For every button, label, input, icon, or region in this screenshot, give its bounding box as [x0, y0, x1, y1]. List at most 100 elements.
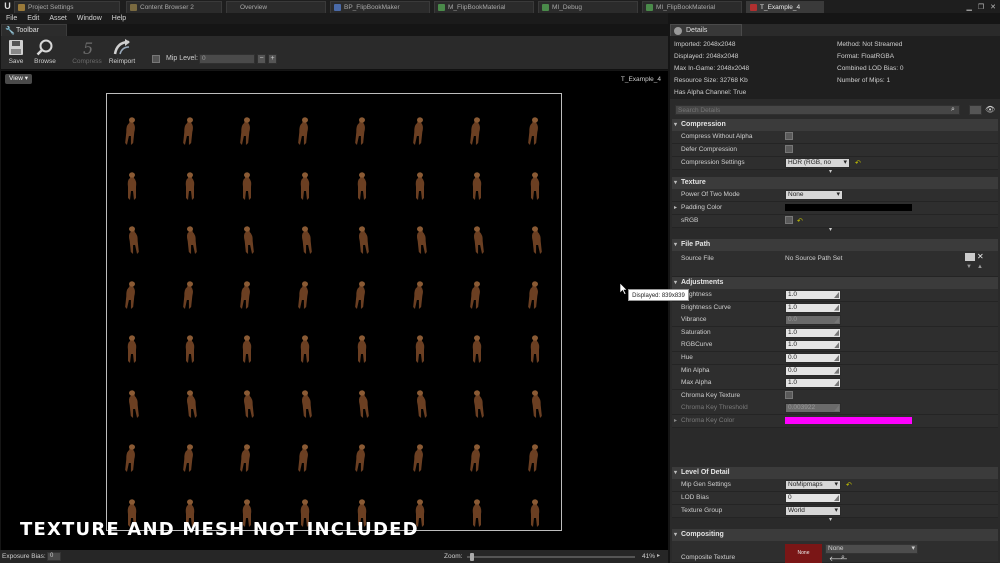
- zoom-label: Zoom:: [444, 553, 463, 560]
- saturation-field[interactable]: 1.0: [785, 327, 841, 338]
- zoom-slider[interactable]: [467, 553, 635, 561]
- view-menu-button[interactable]: View ▾: [5, 74, 33, 84]
- compress-button[interactable]: 5 Compress: [71, 39, 103, 65]
- flipbook-frame: [185, 335, 194, 363]
- row-compression-settings: Compression Settings HDR (RGB, no sRGB) …: [672, 157, 998, 174]
- composite-texture-dropdown[interactable]: None: [825, 544, 918, 554]
- flipbook-frame: [300, 335, 309, 363]
- flipbook-frame: [416, 389, 427, 418]
- editor-tab-2[interactable]: Overview: [226, 1, 326, 13]
- reimport-up-icon[interactable]: ▲: [977, 264, 983, 270]
- composite-texture-thumbnail[interactable]: None: [785, 544, 822, 563]
- defer-compression-checkbox[interactable]: [785, 145, 793, 153]
- material-instance-icon: [542, 4, 549, 11]
- compression-settings-dropdown[interactable]: HDR (RGB, no sRGB): [785, 158, 850, 174]
- row-vibrance: Vibrance 0.0: [672, 314, 998, 328]
- property-label: Min Alpha: [681, 366, 710, 374]
- browse-search-icon[interactable]: ⌕: [841, 554, 845, 562]
- editor-tab-5[interactable]: MI_Debug: [538, 1, 638, 13]
- reimport-down-icon[interactable]: ▼: [966, 264, 972, 270]
- expand-arrow-icon[interactable]: ▸: [674, 417, 677, 424]
- texture-preview-frame: [106, 93, 562, 531]
- details-tab[interactable]: Details: [670, 24, 742, 36]
- power-of-two-dropdown[interactable]: None: [785, 190, 843, 200]
- texture-group-dropdown[interactable]: World: [785, 506, 841, 516]
- menu-file[interactable]: File: [6, 15, 17, 22]
- menu-asset[interactable]: Asset: [49, 15, 67, 22]
- srgb-checkbox[interactable]: [785, 216, 793, 224]
- category-compression[interactable]: ▾ Compression: [672, 119, 998, 131]
- category-compositing[interactable]: ▾ Compositing: [672, 529, 998, 541]
- flipbook-frame: [297, 280, 308, 309]
- eye-icon[interactable]: 👁: [985, 105, 995, 114]
- editor-tab-7[interactable]: T_Example_4: [746, 1, 824, 13]
- lod-bias-field[interactable]: 0: [785, 493, 841, 503]
- zoom-slider-thumb[interactable]: [470, 553, 475, 561]
- hue-field[interactable]: 0.0: [785, 353, 841, 363]
- editor-tab-3[interactable]: BP_FlipBookMaker: [330, 1, 430, 13]
- reimport-button[interactable]: Reimport: [107, 39, 137, 65]
- browse-file-button[interactable]: [965, 253, 975, 261]
- flipbook-frame: [240, 444, 250, 472]
- reset-to-default-icon[interactable]: ↶: [797, 217, 803, 225]
- menu-window[interactable]: Window: [77, 15, 102, 22]
- advanced-expander[interactable]: ▾: [672, 227, 998, 234]
- save-button[interactable]: Save: [5, 39, 27, 65]
- padding-color-swatch[interactable]: [785, 204, 912, 211]
- editor-tab-6[interactable]: MI_FlipBookMaterial: [642, 1, 742, 13]
- rgbcurve-field[interactable]: 1.0: [785, 340, 841, 351]
- minimize-icon[interactable]: ▁: [966, 3, 971, 11]
- reset-to-default-icon[interactable]: ↶: [846, 481, 852, 489]
- mip-gen-settings-dropdown[interactable]: NoMipmaps: [785, 480, 841, 490]
- category-adjustments[interactable]: ▾ Adjustments: [672, 277, 998, 289]
- details-search-input[interactable]: [675, 105, 960, 115]
- row-brightness: Brightness 1.0: [672, 289, 998, 302]
- category-level-of-detail[interactable]: ▾ Level Of Detail: [672, 467, 998, 479]
- info-lod-bias: Combined LOD Bias: 0: [837, 65, 904, 72]
- texture-name-label: T_Example_4: [620, 76, 661, 83]
- expand-arrow-icon[interactable]: ▸: [674, 204, 677, 211]
- flipbook-frame: [182, 280, 193, 309]
- brightness-curve-field[interactable]: 1.0: [785, 302, 841, 313]
- compress-without-alpha-checkbox[interactable]: [785, 132, 793, 140]
- editor-tab-1[interactable]: Content Browser 2: [126, 1, 222, 13]
- vibrance-field: 0.0: [785, 315, 841, 326]
- unreal-logo-icon: U: [4, 1, 11, 11]
- maximize-icon[interactable]: ❐: [978, 3, 984, 11]
- menu-edit[interactable]: Edit: [27, 15, 39, 22]
- zoom-dropdown-icon[interactable]: ▸: [657, 552, 660, 559]
- flipbook-frame: [357, 335, 367, 363]
- browse-button[interactable]: Browse: [31, 39, 59, 65]
- close-icon[interactable]: ✕: [990, 3, 996, 11]
- row-lod-bias: LOD Bias 0: [672, 492, 998, 505]
- flipbook-frame: [244, 226, 254, 254]
- toolbar-tab[interactable]: 🔧 Toolbar: [1, 24, 67, 36]
- property-matrix-button[interactable]: [969, 105, 982, 115]
- clear-icon[interactable]: ✕: [977, 252, 984, 261]
- reset-to-default-icon[interactable]: ↶: [855, 159, 861, 167]
- texture-viewport[interactable]: View ▾ T_Example_4: [1, 71, 668, 550]
- editor-tab-0[interactable]: Project Settings: [14, 1, 120, 13]
- chroma-key-texture-checkbox[interactable]: [785, 390, 793, 399]
- category-file-path[interactable]: ▾ File Path: [672, 239, 998, 251]
- brightness-field[interactable]: 1.0: [785, 290, 841, 300]
- category-texture[interactable]: ▾ Texture: [672, 177, 998, 189]
- min-alpha-field[interactable]: 0.0: [785, 365, 841, 376]
- menu-help[interactable]: Help: [112, 15, 126, 22]
- mip-increase-button[interactable]: +: [268, 54, 277, 64]
- mip-decrease-button[interactable]: −: [257, 54, 266, 64]
- editor-tab-4[interactable]: M_FlipBookMaterial: [434, 1, 534, 13]
- texture-icon: [750, 4, 757, 11]
- flipbook-frame: [240, 280, 250, 309]
- advanced-expander[interactable]: ▾: [672, 517, 998, 524]
- advanced-expander[interactable]: ▾: [672, 169, 998, 176]
- max-alpha-field[interactable]: 1.0: [785, 378, 841, 389]
- flipbook-frame: [359, 226, 369, 254]
- info-displayed: Displayed: 2048x2048: [674, 53, 739, 60]
- exposure-bias-field[interactable]: 0: [47, 552, 61, 561]
- collapse-arrow-icon: ▾: [674, 180, 678, 186]
- mip-level-checkbox[interactable]: [152, 55, 160, 63]
- material-icon: [438, 4, 445, 11]
- flipbook-frame: [527, 444, 538, 472]
- mip-level-field[interactable]: 0: [199, 54, 255, 64]
